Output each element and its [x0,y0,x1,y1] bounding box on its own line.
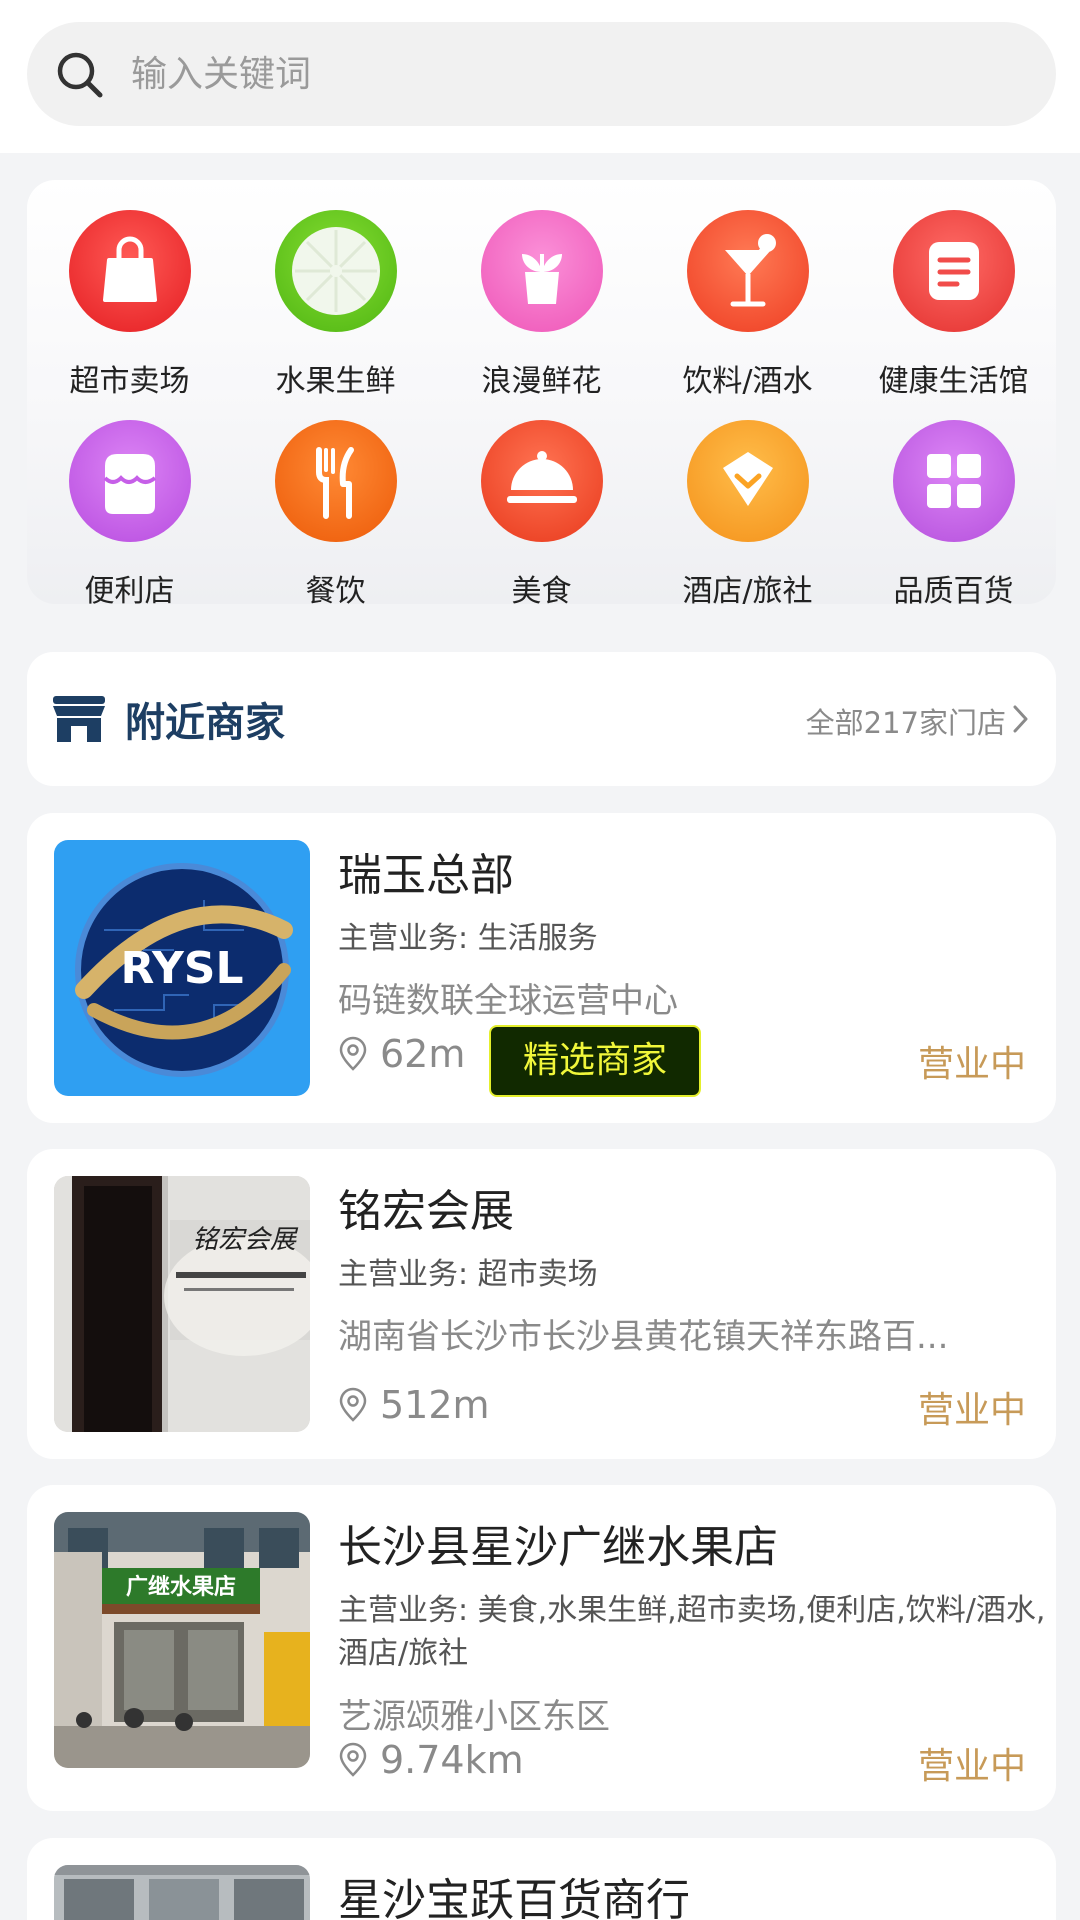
location-pin-icon [339,1036,367,1071]
chevron-right-icon[interactable] [1012,704,1030,734]
merchant-address: 湖南省长沙市长沙县黄花镇天祥东路百... [338,1317,949,1357]
status-badge: 营业中 [917,1044,1026,1085]
category-label: 健康生活馆 [878,364,1029,399]
cocktail-icon [687,210,809,332]
sign-text: 广继水果店 [126,1574,236,1600]
merchant-name: 铭宏会展 [338,1186,514,1237]
merchant-photo: 广继水果店 [54,1512,310,1768]
grid-icon [893,420,1015,542]
category-quality-goods[interactable]: 品质百货 [851,420,1056,620]
document-icon [893,210,1015,332]
merchant-card[interactable]: 星沙宝跃百货商行 [27,1838,1056,1920]
section-title: 附近商家 [125,700,285,746]
category-drinks[interactable]: 饮料/酒水 [645,210,850,410]
merchant-card[interactable]: RYSL 瑞玉总部 主营业务: 生活服务 码链数联全球运营中心 62m 精选商家… [27,813,1056,1123]
category-hotel[interactable]: 酒店/旅社 [645,420,850,620]
featured-badge: 精选商家 [489,1025,701,1097]
logo-text: RYSL [120,943,243,994]
storefront-icon [69,420,191,542]
location-pin-icon [339,1387,367,1422]
shopping-bag-icon [69,210,191,332]
status-badge: 营业中 [917,1746,1026,1787]
status-badge: 营业中 [917,1390,1026,1431]
category-label: 超市卖场 [69,364,190,399]
merchant-logo: RYSL [54,840,310,1096]
category-grid: 超市卖场 水果生鲜 浪漫鲜花 饮料/酒水 健康生活馆 便利店 餐饮 美食 酒店/… [27,180,1056,609]
diamond-icon [687,420,809,542]
category-dining[interactable]: 餐饮 [233,420,438,620]
sign-text: 铭宏会展 [192,1225,299,1255]
category-label: 美食 [511,574,572,609]
category-food[interactable]: 美食 [439,420,644,620]
merchant-distance: 62m [338,1029,465,1079]
store-icon [53,696,105,742]
merchant-name: 长沙县星沙广继水果店 [338,1522,778,1573]
distance-value: 9.74km [380,1738,524,1782]
location-pin-icon [339,1742,367,1777]
search-bar[interactable] [27,22,1056,126]
category-label: 水果生鲜 [275,364,396,399]
cloche-icon [481,420,603,542]
merchant-photo [54,1865,310,1920]
merchant-distance: 512m [338,1380,490,1430]
category-health[interactable]: 健康生活馆 [851,210,1056,410]
search-icon [57,52,103,98]
flower-pot-icon [481,210,603,332]
category-label: 浪漫鲜花 [481,364,602,399]
fork-knife-icon [275,420,397,542]
top-bar [0,0,1080,153]
merchant-name: 星沙宝跃百货商行 [338,1875,690,1920]
merchant-address: 码链数联全球运营中心 [338,981,678,1021]
merchant-business: 主营业务: 生活服务 [338,921,598,956]
category-fresh-fruit[interactable]: 水果生鲜 [233,210,438,410]
merchant-business: 主营业务: 美食,水果生鲜,超市卖场,便利店,饮料/酒水,酒店/旅社 [338,1593,1046,1671]
merchant-card[interactable]: 广继水果店 长沙县星沙广继水果店 主营业务: 美食,水果生鲜,超市卖场,便利店,… [27,1485,1056,1811]
distance-value: 62m [380,1032,466,1076]
merchant-card[interactable]: 铭宏会展 铭宏会展 主营业务: 超市卖场 湖南省长沙市长沙县黄花镇天祥东路百..… [27,1149,1056,1459]
lime-icon [275,210,397,332]
merchant-name: 瑞玉总部 [338,850,514,901]
category-label: 餐饮 [305,574,366,609]
category-label: 便利店 [84,574,175,609]
category-convenience-store[interactable]: 便利店 [27,420,232,620]
search-input[interactable] [131,40,1011,108]
category-label: 饮料/酒水 [682,364,813,399]
distance-value: 512m [380,1383,490,1427]
nearby-header: 附近商家 全部217家门店 [27,652,1056,786]
merchant-address: 艺源颂雅小区东区 [338,1697,610,1737]
merchant-photo: 铭宏会展 [54,1176,310,1432]
category-supermarket[interactable]: 超市卖场 [27,210,232,410]
view-all-link[interactable]: 全部217家门店 [806,700,1006,742]
merchant-distance: 9.74km [338,1735,524,1785]
merchant-business: 主营业务: 超市卖场 [338,1257,598,1292]
category-flowers[interactable]: 浪漫鲜花 [439,210,644,410]
category-label: 品质百货 [893,574,1014,609]
category-label: 酒店/旅社 [682,574,813,609]
